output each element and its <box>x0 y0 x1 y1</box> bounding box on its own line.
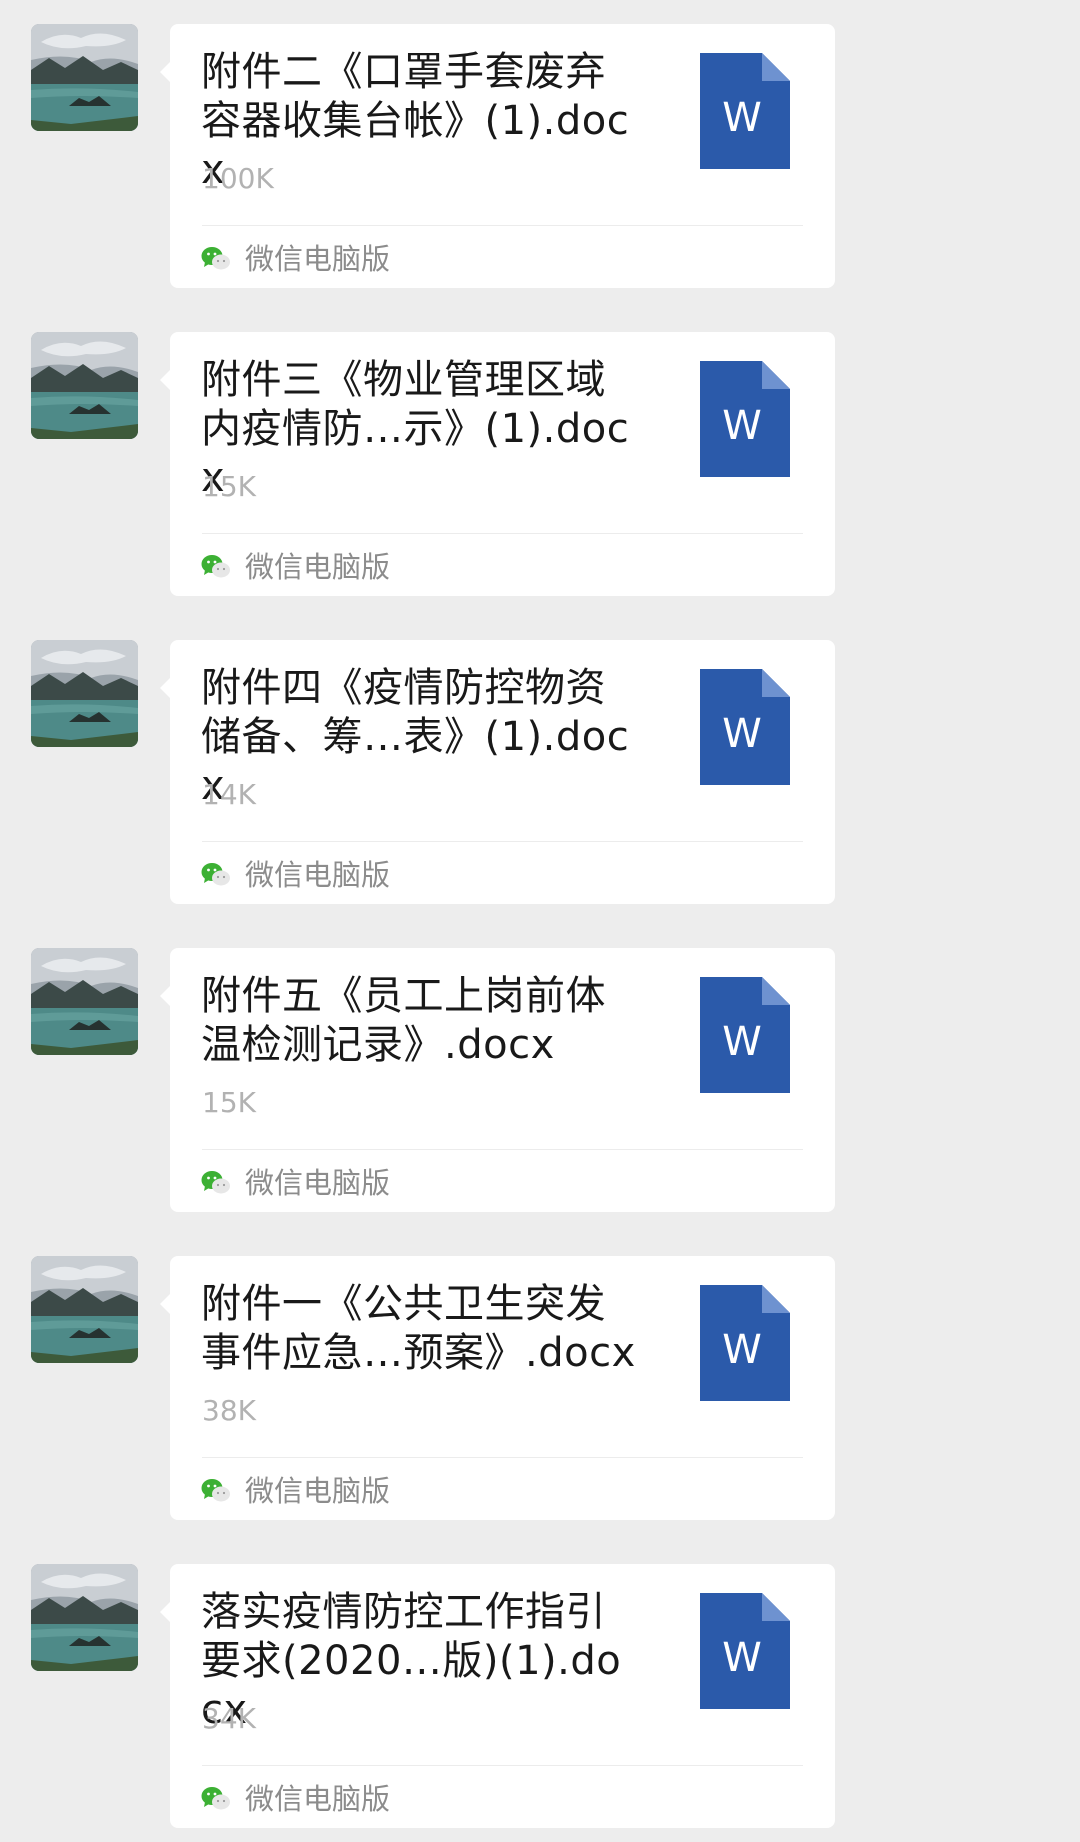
word-doc-icon: W <box>700 361 790 477</box>
word-doc-icon: W <box>700 1285 790 1401</box>
card-divider <box>202 1149 803 1150</box>
wechat-icon <box>201 1787 230 1810</box>
source-row: 微信电脑版 <box>201 239 390 279</box>
file-name: 附件五《员工上岗前体温检测记录》.docx <box>201 973 606 1068</box>
file-name: 附件三《物业管理区域内疫情防…示》(1).docx <box>201 357 630 501</box>
source-row: 微信电脑版 <box>201 1471 390 1511</box>
file-card[interactable]: 附件一《公共卫生突发事件应急…预案》.docx 38K W 微信电脑版 <box>160 1256 835 1520</box>
sender-avatar[interactable] <box>31 640 138 747</box>
file-card[interactable]: 附件二《口罩手套废弃容器收集台帐》(1).docx 100K W 微信电脑版 <box>160 24 835 288</box>
sender-avatar[interactable] <box>31 948 138 1055</box>
wechat-icon <box>201 1479 230 1502</box>
file-message: 附件四《疫情防控物资储备、筹…表》(1).docx 14K W 微信电脑版 <box>0 640 1080 904</box>
word-doc-icon: W <box>700 669 790 785</box>
source-label: 微信电脑版 <box>245 1474 391 1508</box>
source-label: 微信电脑版 <box>245 858 391 892</box>
sender-avatar[interactable] <box>31 1256 138 1363</box>
landscape-avatar-icon <box>31 640 138 747</box>
card-divider <box>202 1765 803 1766</box>
word-icon-letter: W <box>722 1019 762 1065</box>
sender-avatar[interactable] <box>31 24 138 131</box>
file-size: 34K <box>202 1702 256 1735</box>
file-size: 14K <box>202 778 256 811</box>
sender-avatar[interactable] <box>31 332 138 439</box>
landscape-avatar-icon <box>31 332 138 439</box>
source-label: 微信电脑版 <box>245 242 391 276</box>
file-card[interactable]: 附件三《物业管理区域内疫情防…示》(1).docx 15K W 微信电脑版 <box>160 332 835 596</box>
file-size: 15K <box>202 470 256 503</box>
wechat-icon <box>201 247 230 270</box>
landscape-avatar-icon <box>31 948 138 1055</box>
wechat-icon <box>201 863 230 886</box>
card-divider <box>202 1457 803 1458</box>
file-message: 附件三《物业管理区域内疫情防…示》(1).docx 15K W 微信电脑版 <box>0 332 1080 596</box>
source-row: 微信电脑版 <box>201 1163 390 1203</box>
landscape-avatar-icon <box>31 24 138 131</box>
file-card[interactable]: 附件五《员工上岗前体温检测记录》.docx 15K W 微信电脑版 <box>160 948 835 1212</box>
source-label: 微信电脑版 <box>245 550 391 584</box>
landscape-avatar-icon <box>31 1564 138 1671</box>
word-icon-letter: W <box>722 1635 762 1681</box>
sender-avatar[interactable] <box>31 1564 138 1671</box>
file-card[interactable]: 附件四《疫情防控物资储备、筹…表》(1).docx 14K W 微信电脑版 <box>160 640 835 904</box>
file-card[interactable]: 落实疫情防控工作指引要求(2020…版)(1).docx 34K W 微信电脑版 <box>160 1564 835 1828</box>
word-icon-letter: W <box>722 711 762 757</box>
card-divider <box>202 225 803 226</box>
source-label: 微信电脑版 <box>245 1782 391 1816</box>
word-icon-letter: W <box>722 403 762 449</box>
file-name: 附件四《疫情防控物资储备、筹…表》(1).docx <box>201 665 630 809</box>
source-label: 微信电脑版 <box>245 1166 391 1200</box>
card-divider <box>202 533 803 534</box>
wechat-icon <box>201 555 230 578</box>
word-icon-letter: W <box>722 1327 762 1373</box>
word-doc-icon: W <box>700 53 790 169</box>
word-doc-icon: W <box>700 977 790 1093</box>
file-name: 附件一《公共卫生突发事件应急…预案》.docx <box>201 1281 636 1376</box>
file-name: 落实疫情防控工作指引要求(2020…版)(1).docx <box>201 1589 622 1733</box>
card-divider <box>202 841 803 842</box>
file-size: 100K <box>202 162 274 195</box>
file-size: 15K <box>202 1086 256 1119</box>
file-size: 38K <box>202 1394 256 1427</box>
word-doc-icon: W <box>700 1593 790 1709</box>
source-row: 微信电脑版 <box>201 1779 390 1819</box>
source-row: 微信电脑版 <box>201 547 390 587</box>
landscape-avatar-icon <box>31 1256 138 1363</box>
file-message: 附件一《公共卫生突发事件应急…预案》.docx 38K W 微信电脑版 <box>0 1256 1080 1520</box>
file-message: 附件二《口罩手套废弃容器收集台帐》(1).docx 100K W 微信电脑版 <box>0 24 1080 288</box>
word-icon-letter: W <box>722 95 762 141</box>
wechat-icon <box>201 1171 230 1194</box>
file-message: 落实疫情防控工作指引要求(2020…版)(1).docx 34K W 微信电脑版 <box>0 1564 1080 1828</box>
file-message: 附件五《员工上岗前体温检测记录》.docx 15K W 微信电脑版 <box>0 948 1080 1212</box>
source-row: 微信电脑版 <box>201 855 390 895</box>
